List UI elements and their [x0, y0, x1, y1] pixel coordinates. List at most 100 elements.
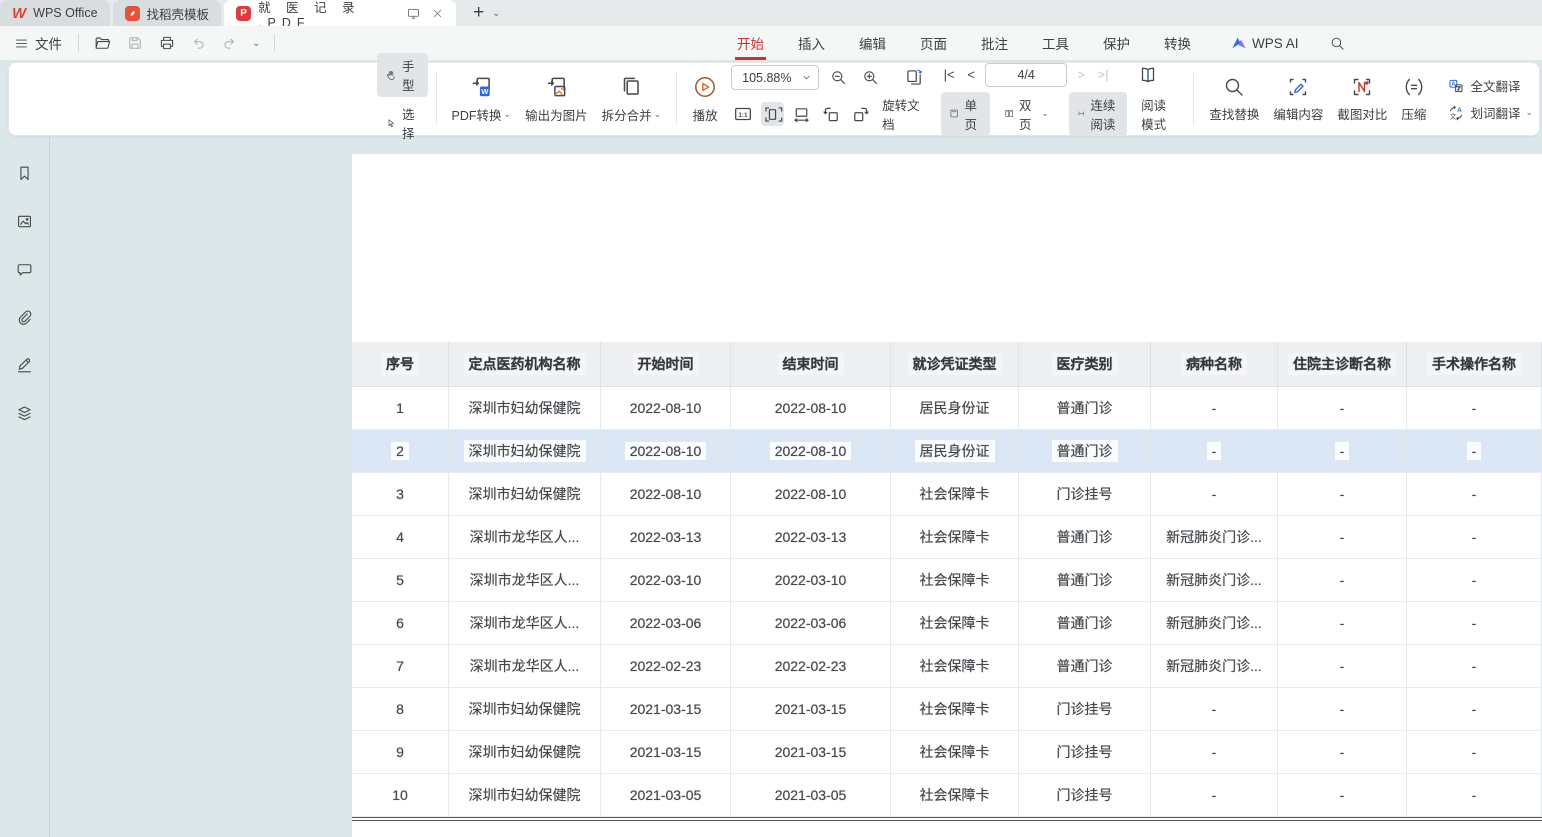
edit-content-button[interactable]: 编辑内容 — [1266, 73, 1330, 125]
page-number-input[interactable] — [985, 63, 1067, 87]
table-cell: 2022-03-06 — [601, 602, 731, 644]
rotate-document-icon[interactable] — [901, 66, 927, 90]
fit-width-button[interactable] — [790, 102, 813, 126]
word-translate-button[interactable]: 文A 划词翻译 ⌄ — [1441, 101, 1539, 124]
table-cell: 普通门诊 — [1019, 430, 1151, 472]
table-row[interactable]: 2深圳市妇幼保健院2022-08-102022-08-10居民身份证普通门诊--… — [352, 430, 1542, 473]
zoom-level-combobox[interactable]: 105.88% — [731, 65, 819, 90]
table-cell: 2022-08-10 — [731, 473, 891, 515]
menu-comment[interactable]: 批注 — [979, 33, 1010, 53]
wps-ai-button[interactable]: WPS AI — [1231, 36, 1299, 51]
screenshot-compare-button[interactable]: 截图对比 — [1330, 73, 1394, 125]
signature-icon[interactable] — [10, 350, 40, 380]
read-mode-icon[interactable] — [1135, 63, 1161, 87]
continuous-read-button[interactable]: 连续阅读 — [1069, 92, 1127, 136]
compress-icon — [1402, 75, 1426, 99]
table-cell: - — [1278, 688, 1407, 730]
menu-protect[interactable]: 保护 — [1101, 33, 1132, 53]
double-page-button[interactable]: 双页 ⌄ — [996, 92, 1057, 136]
new-tab-button[interactable]: + — [473, 0, 484, 26]
close-icon[interactable] — [431, 7, 444, 20]
menu-edit[interactable]: 编辑 — [857, 33, 888, 53]
table-cell: 1 — [352, 387, 449, 429]
find-replace-button[interactable]: 查找替换 — [1202, 73, 1266, 125]
attachment-icon[interactable] — [10, 302, 40, 332]
split-merge-button[interactable]: 拆分合并⌄ — [595, 72, 669, 126]
table-row[interactable]: 8深圳市妇幼保健院2021-03-152021-03-15社会保障卡门诊挂号--… — [352, 688, 1542, 731]
fit-page-button[interactable] — [761, 102, 784, 126]
table-row[interactable]: 4深圳市龙华区人...2022-03-132022-03-13社会保障卡普通门诊… — [352, 516, 1542, 559]
read-mode-button[interactable]: 阅读模式 — [1133, 92, 1179, 136]
open-file-button[interactable] — [93, 34, 112, 53]
redo-button[interactable] — [221, 35, 238, 52]
table-cell: 门诊挂号 — [1019, 774, 1151, 816]
rotate-right-button[interactable] — [849, 102, 872, 126]
table-cell: - — [1278, 731, 1407, 773]
table-row[interactable]: 6深圳市龙华区人...2022-03-062022-03-06社会保障卡普通门诊… — [352, 602, 1542, 645]
rotate-document-label[interactable]: 旋转文档 — [882, 95, 927, 133]
table-row[interactable]: 3深圳市妇幼保健院2022-08-102022-08-10社会保障卡门诊挂号--… — [352, 473, 1542, 516]
table-cell: 2022-08-10 — [731, 430, 891, 472]
tab-wps-office[interactable]: W WPS Office — [0, 0, 110, 26]
svg-text:A: A — [1458, 106, 1463, 113]
menu-tools[interactable]: 工具 — [1040, 33, 1071, 53]
divider — [436, 73, 437, 125]
comment-icon[interactable] — [10, 254, 40, 284]
table-cell: 社会保障卡 — [891, 473, 1019, 515]
column-header: 定点医药机构名称 — [449, 342, 601, 386]
print-button[interactable] — [158, 34, 176, 52]
tab-docer-templates[interactable]: 找稻壳模板 — [113, 0, 222, 26]
zoom-out-button[interactable] — [825, 66, 851, 90]
single-page-button[interactable]: 单页 — [941, 92, 990, 136]
next-page-button[interactable]: > — [1073, 67, 1089, 82]
table-row[interactable]: 7深圳市龙华区人...2022-02-232022-02-23社会保障卡普通门诊… — [352, 645, 1542, 688]
save-button[interactable] — [126, 34, 144, 52]
rotate-left-button[interactable] — [819, 102, 842, 126]
previous-page-button[interactable]: < — [963, 67, 979, 82]
column-header: 序号 — [352, 342, 449, 386]
table-cell: - — [1278, 774, 1407, 816]
menu-search-icon[interactable] — [1329, 35, 1346, 52]
divider — [274, 34, 275, 52]
table-cell: 9 — [352, 731, 449, 773]
hand-tool-button[interactable]: 手型 — [377, 53, 428, 97]
table-cell: 深圳市妇幼保健院 — [449, 387, 601, 429]
monitor-icon[interactable] — [406, 6, 421, 21]
tab-document-pdf[interactable]: P 就 医 记 录 .PDF — [224, 0, 456, 26]
layers-icon[interactable] — [10, 398, 40, 428]
file-menu-button[interactable]: 文件 — [0, 33, 72, 53]
first-page-button[interactable]: |< — [941, 67, 957, 82]
menu-insert[interactable]: 插入 — [796, 33, 827, 53]
menu-page[interactable]: 页面 — [918, 33, 949, 53]
table-row[interactable]: 1深圳市妇幼保健院2022-08-102022-08-10居民身份证普通门诊--… — [352, 387, 1542, 430]
menu-convert[interactable]: 转换 — [1162, 33, 1193, 53]
full-text-translate-button[interactable]: A 全文翻译 — [1441, 74, 1539, 97]
export-image-button[interactable]: 输出为图片 — [518, 72, 595, 126]
menu-home[interactable]: 开始 — [735, 33, 766, 53]
undo-button[interactable] — [190, 35, 207, 52]
pdf-convert-button[interactable]: W PDF转换⌄ — [445, 72, 519, 126]
thumbnail-image-icon[interactable] — [10, 206, 40, 236]
table-row[interactable]: 5深圳市龙华区人...2022-03-102022-03-10社会保障卡普通门诊… — [352, 559, 1542, 602]
table-row[interactable]: 9深圳市妇幼保健院2021-03-152021-03-15社会保障卡门诊挂号--… — [352, 731, 1542, 774]
bookmark-icon[interactable] — [10, 158, 40, 188]
table-row[interactable]: 10深圳市妇幼保健院2021-03-052021-03-05社会保障卡门诊挂号-… — [352, 774, 1542, 817]
tab-list-chevron-icon[interactable]: ⌄ — [492, 0, 500, 26]
table-cell: 新冠肺炎门诊... — [1151, 516, 1278, 558]
pdf-page[interactable]: 序号定点医药机构名称开始时间结束时间就诊凭证类型医疗类别病种名称住院主诊断名称手… — [352, 154, 1542, 837]
last-page-button[interactable]: >| — [1095, 67, 1111, 82]
table-cell: - — [1278, 645, 1407, 687]
actual-size-button[interactable]: 1:1 — [731, 102, 754, 126]
split-merge-label: 拆分合并 — [602, 105, 652, 124]
play-button[interactable]: 播放 — [685, 72, 725, 126]
compress-button[interactable]: 压缩 — [1394, 73, 1433, 125]
divider — [676, 73, 677, 125]
zoom-in-button[interactable] — [857, 66, 883, 90]
select-tool-button[interactable]: 选择 — [377, 101, 428, 145]
table-cell: 2021-03-15 — [731, 688, 891, 730]
quick-access-chevron-icon[interactable]: ⌄ — [252, 38, 260, 49]
table-cell: - — [1151, 473, 1278, 515]
table-cell: - — [1151, 774, 1278, 816]
table-cell: 社会保障卡 — [891, 645, 1019, 687]
table-cell: 社会保障卡 — [891, 688, 1019, 730]
